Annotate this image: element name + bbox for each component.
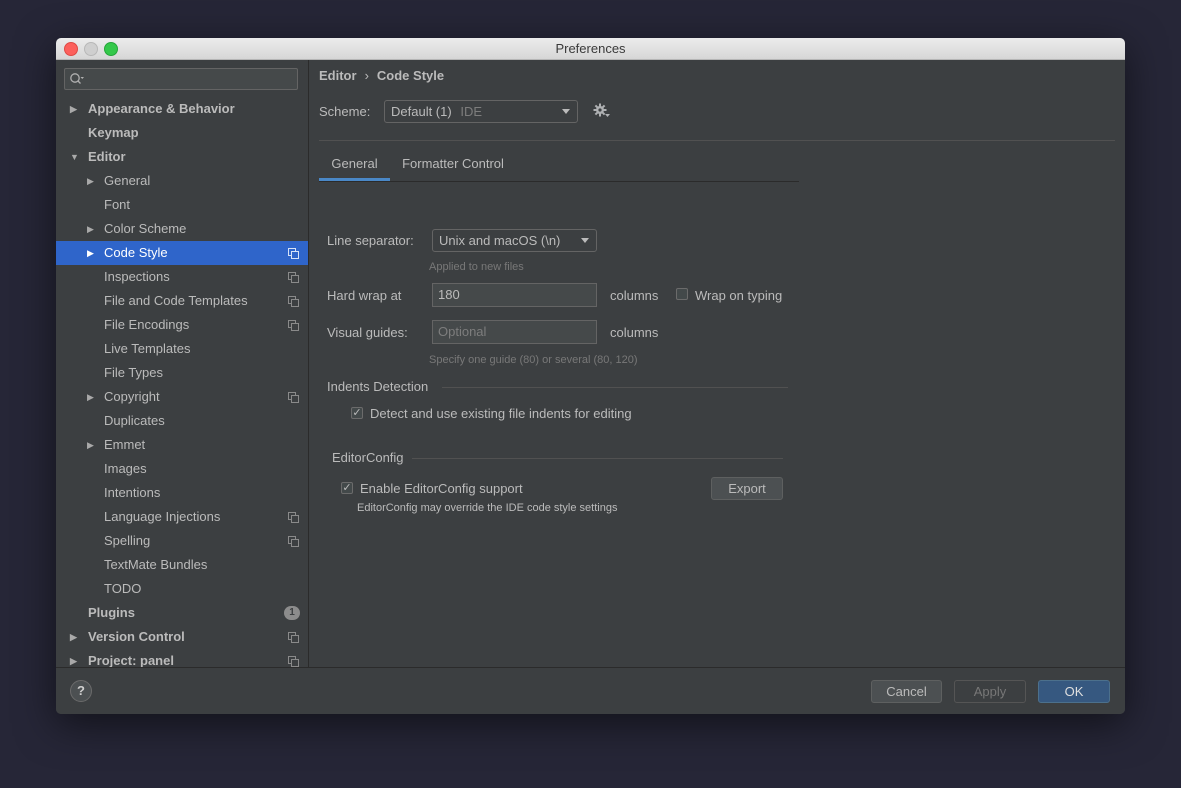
hard-wrap-input[interactable]: 180 [432,283,597,307]
tab-formatter-control[interactable]: Formatter Control [400,150,506,178]
visual-guides-hint: Specify one guide (80) or several (80, 1… [429,354,638,366]
gear-icon[interactable] [593,103,611,119]
tree-item-version-control[interactable]: ▶ Version Control [56,625,308,649]
indents-detection-title: Indents Detection [327,379,429,394]
tree-item-file-types[interactable]: File Types [56,361,308,385]
plugins-update-badge: 1 [284,606,300,620]
expand-arrow-icon[interactable]: ▶ [70,625,77,649]
project-scope-icon [288,512,299,523]
dialog-footer: ? Cancel Apply OK [56,667,1125,714]
tree-item-code-style[interactable]: ▶ Code Style [56,241,308,265]
collapse-arrow-icon[interactable]: ▼ [70,145,79,169]
search-icon [70,73,84,84]
ok-button[interactable]: OK [1038,680,1110,703]
tree-item-intentions[interactable]: Intentions [56,481,308,505]
tree-item-images[interactable]: Images [56,457,308,481]
settings-sidebar: ▶ Appearance & Behavior Keymap ▼ Editor … [56,60,309,667]
breadcrumb-parent: Editor [319,68,357,83]
expand-arrow-icon[interactable]: ▶ [87,217,94,241]
cancel-button[interactable]: Cancel [871,680,942,703]
wrap-on-typing-label: Wrap on typing [695,288,783,303]
scheme-divider [319,140,1115,141]
scheme-value: Default (1) [391,104,452,119]
tree-item-textmate-bundles[interactable]: TextMate Bundles [56,553,308,577]
hard-wrap-unit: columns [610,288,659,303]
tree-item-color-scheme[interactable]: ▶ Color Scheme [56,217,308,241]
tree-item-spelling[interactable]: Spelling [56,529,308,553]
enable-editorconfig-checkbox[interactable]: ✓ [341,482,353,494]
expand-arrow-icon[interactable]: ▶ [87,433,94,457]
line-separator-value: Unix and macOS (\n) [439,233,561,248]
tab-bar: General Formatter Control [319,150,799,182]
expand-arrow-icon[interactable]: ▶ [70,649,77,667]
detect-indents-label: Detect and use existing file indents for… [370,406,632,421]
enable-editorconfig-label: Enable EditorConfig support [360,481,523,496]
editorconfig-note: EditorConfig may override the IDE code s… [357,502,618,514]
title-bar: Preferences [56,38,1125,60]
hard-wrap-label: Hard wrap at [327,288,402,303]
project-scope-icon [288,320,299,331]
tree-item-duplicates[interactable]: Duplicates [56,409,308,433]
project-scope-icon [288,632,299,643]
project-scope-icon [288,656,299,667]
tree-item-todo[interactable]: TODO [56,577,308,601]
tree-item-emmet[interactable]: ▶ Emmet [56,433,308,457]
tree-item-copyright[interactable]: ▶ Copyright [56,385,308,409]
tab-general[interactable]: General [319,150,390,181]
editorconfig-divider [412,458,783,459]
preferences-window: Preferences ▶ Appearance & Behavior Keym… [56,38,1125,714]
editorconfig-title: EditorConfig [332,450,404,465]
expand-arrow-icon[interactable]: ▶ [70,97,77,121]
tree-item-general[interactable]: ▶ General [56,169,308,193]
tree-item-live-templates[interactable]: Live Templates [56,337,308,361]
settings-tree: ▶ Appearance & Behavior Keymap ▼ Editor … [56,97,308,667]
tree-item-file-encodings[interactable]: File Encodings [56,313,308,337]
expand-arrow-icon[interactable]: ▶ [87,385,94,409]
detect-indents-checkbox[interactable]: ✓ [351,407,363,419]
project-scope-icon [288,392,299,403]
expand-arrow-icon[interactable]: ▶ [87,241,94,265]
scheme-dropdown[interactable]: Default (1) IDE [384,100,578,123]
tree-item-keymap[interactable]: Keymap [56,121,308,145]
breadcrumb: Editor › Code Style [319,68,444,83]
line-separator-dropdown[interactable]: Unix and macOS (\n) [432,229,597,252]
export-button[interactable]: Export [711,477,783,500]
expand-arrow-icon[interactable]: ▶ [87,169,94,193]
tree-item-inspections[interactable]: Inspections [56,265,308,289]
chevron-down-icon [562,109,570,114]
tree-item-file-code-templates[interactable]: File and Code Templates [56,289,308,313]
wrap-on-typing-checkbox[interactable] [676,288,688,300]
tree-item-editor[interactable]: ▼ Editor [56,145,308,169]
tree-item-font[interactable]: Font [56,193,308,217]
tree-item-appearance-behavior[interactable]: ▶ Appearance & Behavior [56,97,308,121]
indents-divider [442,387,788,388]
project-scope-icon [288,296,299,307]
line-separator-label: Line separator: [327,233,414,248]
line-separator-hint: Applied to new files [429,261,524,273]
apply-button[interactable]: Apply [954,680,1026,703]
breadcrumb-separator: › [364,68,369,83]
visual-guides-label: Visual guides: [327,325,408,340]
tree-item-language-injections[interactable]: Language Injections [56,505,308,529]
help-button[interactable]: ? [70,680,92,702]
tree-item-plugins[interactable]: Plugins 1 [56,601,308,625]
scheme-qualifier: IDE [460,104,482,119]
visual-guides-input[interactable]: Optional [432,320,597,344]
breadcrumb-current: Code Style [376,68,445,83]
search-input[interactable] [64,68,298,90]
tree-item-project-panel[interactable]: ▶ Project: panel [56,649,308,667]
chevron-down-icon [581,238,589,243]
code-style-panel: Editor › Code Style Scheme: Default (1) ID… [309,60,1125,667]
project-scope-icon [288,248,299,259]
window-title: Preferences [555,41,626,56]
project-scope-icon [288,272,299,283]
visual-guides-unit: columns [610,325,659,340]
scheme-label: Scheme: [319,104,371,119]
project-scope-icon [288,536,299,547]
